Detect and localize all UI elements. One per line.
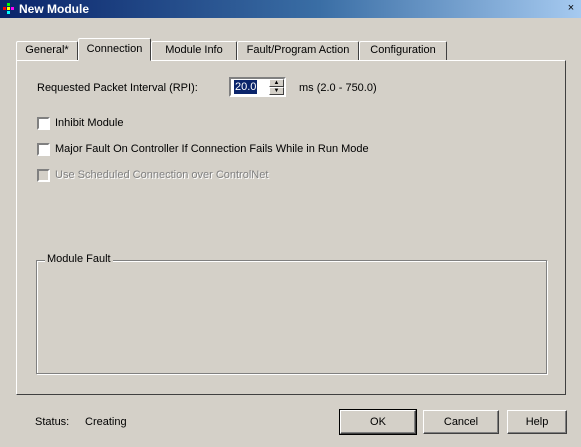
major-fault-checkbox[interactable] — [37, 143, 50, 156]
window-title: New Module — [19, 2, 90, 16]
tab-module-info[interactable]: Module Info — [151, 41, 237, 60]
title-bar[interactable]: New Module × — [0, 0, 581, 18]
scheduled-connection-checkbox — [37, 169, 50, 182]
tab-connection[interactable]: Connection — [78, 38, 151, 61]
app-icon — [3, 3, 17, 15]
ok-button[interactable]: OK — [339, 409, 417, 435]
spin-down-icon[interactable]: ▼ — [269, 87, 284, 95]
major-fault-label[interactable]: Major Fault On Controller If Connection … — [55, 143, 369, 156]
rpi-label: Requested Packet Interval (RPI): — [37, 82, 198, 94]
tab-configuration[interactable]: Configuration — [359, 41, 447, 60]
tab-general[interactable]: General* — [16, 41, 78, 60]
cancel-button[interactable]: Cancel — [423, 410, 499, 434]
rpi-value[interactable]: 20.0 — [234, 80, 258, 94]
tab-fault-program-action[interactable]: Fault/Program Action — [237, 41, 359, 60]
new-module-dialog: New Module × General* Connection Module … — [0, 0, 581, 447]
close-icon[interactable]: × — [564, 2, 578, 15]
status-label: Status: — [35, 416, 70, 428]
spin-up-icon[interactable]: ▲ — [269, 79, 284, 87]
inhibit-module-label[interactable]: Inhibit Module — [55, 117, 124, 130]
module-fault-title: Module Fault — [45, 253, 113, 265]
rpi-spin-buttons: ▲ ▼ — [269, 79, 284, 95]
rpi-spinbox[interactable]: 20.0 ▲ ▼ — [229, 77, 286, 97]
inhibit-module-checkbox[interactable] — [37, 117, 50, 130]
connection-tab-panel: Requested Packet Interval (RPI): 20.0 ▲ … — [16, 60, 566, 395]
scheduled-connection-label: Use Scheduled Connection over ControlNet — [55, 169, 269, 181]
rpi-units: ms (2.0 - 750.0) — [299, 82, 377, 94]
help-button[interactable]: Help — [507, 410, 567, 434]
status-value: Creating — [85, 416, 127, 428]
module-fault-group: Module Fault — [36, 253, 547, 374]
